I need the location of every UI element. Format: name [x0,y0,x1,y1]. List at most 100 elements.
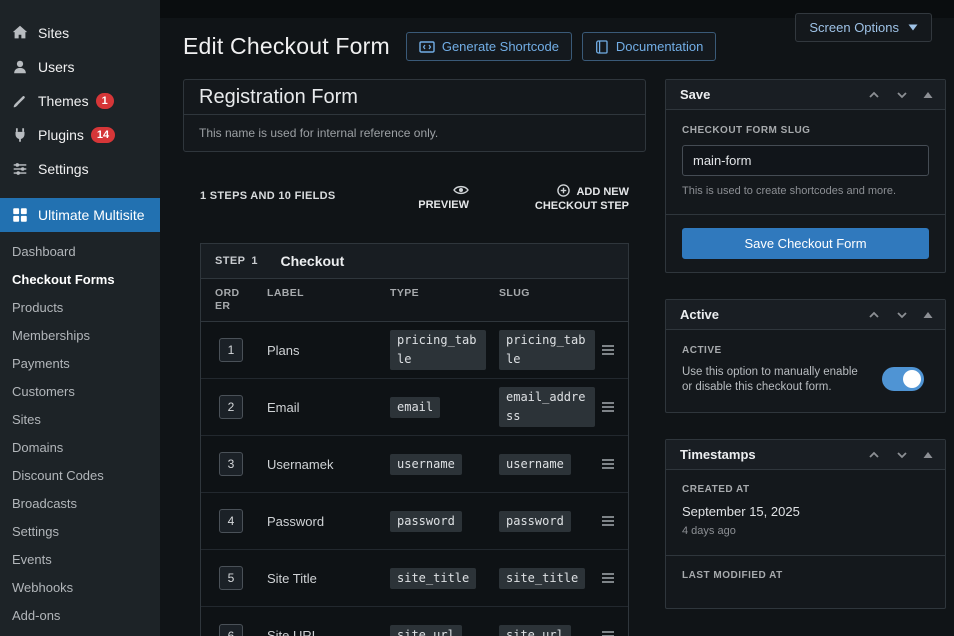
move-up-icon[interactable] [867,308,881,322]
field-slug-chip: password [499,511,571,532]
themes-update-badge: 1 [96,93,114,109]
submenu-item-memberships[interactable]: Memberships [0,322,160,350]
field-label: Plans [264,343,387,358]
submenu-item-customers[interactable]: Customers [0,378,160,406]
screen-options-label: Screen Options [809,20,899,35]
form-name-box: Registration Form This name is used for … [183,79,646,152]
form-name-help: This name is used for internal reference… [184,114,645,151]
save-panel-footer: Save Checkout Form [666,214,945,272]
submenu-item-events[interactable]: Events [0,546,160,574]
sidebar-item-sites[interactable]: Sites [0,16,160,50]
order-badge: 2 [219,395,243,419]
move-down-icon[interactable] [895,308,909,322]
field-label: Site URL [264,628,387,636]
field-slug-chip: username [499,454,571,475]
column-header-type: TYPE [387,279,496,321]
sidebar-item-label: Themes [38,93,89,109]
submenu-item-dashboard[interactable]: Dashboard [0,238,160,266]
field-slug-chip: pricing_table [499,330,595,370]
move-up-icon[interactable] [867,88,881,102]
checkout-form-slug-input[interactable] [682,145,929,176]
field-label: Usernamek [264,457,387,472]
content-area: Screen Options Edit Checkout Form Genera… [160,0,954,636]
save-panel-header: Save [666,80,945,110]
active-toggle[interactable] [882,367,924,391]
settings-icon [10,159,30,179]
field-label: Site Title [264,571,387,586]
app: Sites Users Themes 1 Plugins 14 [0,0,954,636]
move-up-icon[interactable] [867,448,881,462]
panel-title: Timestamps [680,447,867,462]
field-type-chip: username [390,454,462,475]
active-panel-header: Active [666,300,945,330]
drag-handle-icon[interactable] [601,515,615,527]
submenu-item-domains[interactable]: Domains [0,434,160,462]
submenu-item-add-ons[interactable]: Add-ons [0,602,160,630]
sidebar-item-settings[interactable]: Settings [0,152,160,186]
generate-shortcode-button[interactable]: Generate Shortcode [406,32,572,61]
column-header-actions [600,279,628,321]
order-badge: 3 [219,452,243,476]
created-at-section: CREATED AT September 15, 2025 4 days ago [666,470,945,555]
created-at-relative: 4 days ago [682,525,929,537]
toggle-knob [903,370,921,388]
submenu-item-settings[interactable]: Settings [0,518,160,546]
field-type-chip: pricing_table [390,330,486,370]
drag-handle-icon[interactable] [601,344,615,356]
step-name: Checkout [280,253,344,269]
field-type-chip: email [390,397,440,418]
move-down-icon[interactable] [895,88,909,102]
main-column: Registration Form This name is used for … [183,79,646,636]
submenu-item-broadcasts[interactable]: Broadcasts [0,490,160,518]
save-checkout-form-button[interactable]: Save Checkout Form [682,228,929,259]
order-badge: 1 [219,338,243,362]
slug-field-label: CHECKOUT FORM SLUG [682,125,929,136]
sidebar-item-label: Sites [38,25,69,41]
save-panel-body: CHECKOUT FORM SLUG This is used to creat… [666,110,945,214]
column-header-order: ORDER [201,279,264,321]
add-step-button[interactable]: ADD NEW CHECKOUT STEP [497,184,629,213]
shortcode-icon [419,40,435,54]
created-at-label: CREATED AT [682,484,929,495]
plugin-submenu: Dashboard Checkout Forms Products Member… [0,232,160,630]
checkout-step-table: STEP 1 Checkout ORDER LABEL TYPE SLUG [200,243,629,636]
field-slug-chip: site_title [499,568,585,589]
screen-options-button[interactable]: Screen Options [795,13,932,42]
panel-title: Active [680,307,867,322]
submenu-item-payments[interactable]: Payments [0,350,160,378]
field-type-chip: site_url [390,625,462,636]
collapse-panel-icon[interactable] [923,311,933,319]
field-slug-chip: site_url [499,625,571,636]
active-panel-body: ACTIVE Use this option to manually enabl… [666,330,945,412]
order-badge: 4 [219,509,243,533]
side-column: Save CHECKOUT FORM SLUG This is used to … [665,79,946,636]
sidebar-item-plugins[interactable]: Plugins 14 [0,118,160,152]
sidebar-item-label: Plugins [38,127,84,143]
submenu-item-webhooks[interactable]: Webhooks [0,574,160,602]
step-table-header: STEP 1 Checkout [201,244,628,279]
submenu-item-checkout-forms[interactable]: Checkout Forms [0,266,160,294]
form-name-input[interactable]: Registration Form [184,80,645,114]
admin-sidebar: Sites Users Themes 1 Plugins 14 [0,0,160,636]
table-row: 1 Plans pricing_table pricing_table [201,322,628,379]
documentation-button[interactable]: Documentation [582,32,716,61]
sidebar-item-ultimate-multisite[interactable]: Ultimate Multisite [0,198,160,232]
move-down-icon[interactable] [895,448,909,462]
drag-handle-icon[interactable] [601,630,615,636]
drag-handle-icon[interactable] [601,401,615,413]
sidebar-item-label: Settings [38,161,89,177]
submenu-item-products[interactable]: Products [0,294,160,322]
sidebar-item-themes[interactable]: Themes 1 [0,84,160,118]
plus-circle-icon [557,186,577,198]
collapse-panel-icon[interactable] [923,451,933,459]
drag-handle-icon[interactable] [601,458,615,470]
steps-actions: PREVIEW ADD NEW CHECKOUT STEP [418,184,629,213]
collapse-panel-icon[interactable] [923,91,933,99]
preview-button[interactable]: PREVIEW [418,184,469,211]
drag-handle-icon[interactable] [601,572,615,584]
submenu-item-discount-codes[interactable]: Discount Codes [0,462,160,490]
submenu-item-sites[interactable]: Sites [0,406,160,434]
documentation-label: Documentation [616,39,703,54]
sidebar-item-users[interactable]: Users [0,50,160,84]
sidebar-item-label: Users [38,59,75,75]
